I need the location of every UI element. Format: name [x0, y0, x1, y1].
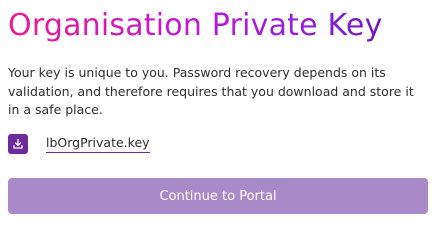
key-download-row: lbOrgPrivate.key	[8, 133, 150, 155]
continue-to-portal-button[interactable]: Continue to Portal	[8, 178, 428, 214]
page-title: Organisation Private Key	[8, 2, 383, 50]
key-description: Your key is unique to you. Password reco…	[8, 65, 414, 117]
download-icon-glyph	[13, 138, 23, 149]
key-file-link[interactable]: lbOrgPrivate.key	[46, 135, 150, 153]
download-icon[interactable]	[8, 134, 28, 154]
